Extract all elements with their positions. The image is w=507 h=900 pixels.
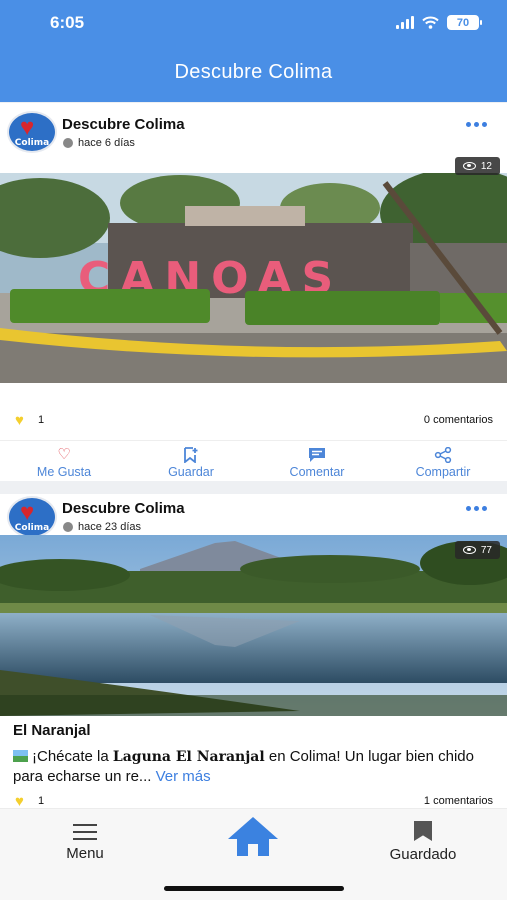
- post-author[interactable]: Descubre Colima: [62, 500, 185, 517]
- body-text: ¡Chécate la: [32, 748, 113, 765]
- post-actions: ♡ Me Gusta Guardar Comentar Compartir: [0, 440, 507, 481]
- nav-home[interactable]: [222, 817, 284, 857]
- like-count: 1: [38, 795, 45, 807]
- comments-count[interactable]: 0 comentarios: [424, 414, 493, 426]
- signal-icon: [396, 16, 414, 29]
- clock-icon: [63, 138, 73, 148]
- home-indicator[interactable]: [164, 886, 344, 891]
- share-icon: [393, 446, 493, 464]
- heart-icon: ♥: [15, 793, 24, 810]
- battery-icon: 70: [447, 15, 482, 30]
- see-more-link[interactable]: Ver más: [156, 768, 211, 785]
- home-icon: [228, 817, 278, 857]
- page-title: Descubre Colima: [174, 61, 333, 83]
- post-time-label: hace 23 días: [78, 521, 141, 533]
- nav-menu[interactable]: Menu: [50, 821, 120, 862]
- landscape-emoji-icon: [13, 750, 28, 762]
- comment-button[interactable]: Comentar: [267, 447, 367, 479]
- nav-saved[interactable]: Guardado: [373, 821, 473, 863]
- eye-icon: [462, 546, 476, 554]
- wifi-icon: [422, 16, 439, 29]
- post-body: ¡Chécate la Laguna El Naranjal en Colima…: [13, 747, 498, 786]
- body-bold-text: Laguna El Naranjal: [112, 749, 265, 765]
- post-time: hace 23 días: [63, 521, 141, 533]
- bookmark-add-icon: [141, 447, 241, 464]
- share-label: Compartir: [415, 465, 471, 479]
- heart-logo-icon: ♥: [20, 114, 35, 141]
- like-label: Me Gusta: [36, 465, 92, 479]
- save-label: Guardar: [168, 465, 214, 479]
- post-time: hace 6 días: [63, 137, 135, 149]
- clock-icon: [63, 522, 73, 532]
- eye-icon: [462, 162, 476, 170]
- app-header: 6:05 70 Descubre Colima: [0, 0, 507, 102]
- more-icon[interactable]: [466, 122, 487, 127]
- avatar-label: Colima: [14, 138, 50, 148]
- heart-icon: ♥: [15, 412, 24, 429]
- views-count: 12: [480, 160, 492, 172]
- like-button[interactable]: ♡ Me Gusta: [14, 446, 114, 480]
- post-image[interactable]: CANOAS: [0, 173, 507, 383]
- post-image[interactable]: [0, 535, 507, 716]
- nav-menu-label: Menu: [66, 845, 104, 862]
- reactions-row: ♥ 1 0 comentarios: [0, 410, 507, 432]
- status-time: 6:05: [50, 13, 85, 32]
- views-badge: 12: [454, 157, 500, 175]
- nav-saved-label: Guardado: [389, 846, 457, 863]
- avatar[interactable]: ♥ Colima: [7, 111, 57, 153]
- heart-logo-icon: ♥: [20, 499, 35, 526]
- comments-count[interactable]: 1 comentarios: [424, 795, 493, 807]
- post-title: El Naranjal: [13, 722, 91, 739]
- bookmark-icon: [414, 821, 432, 841]
- comment-icon: [267, 447, 367, 463]
- comment-label: Comentar: [289, 465, 345, 479]
- post-time-label: hace 6 días: [78, 137, 135, 149]
- like-count: 1: [38, 414, 45, 426]
- more-icon[interactable]: [466, 506, 487, 511]
- status-icons: 70: [396, 15, 482, 30]
- post-author[interactable]: Descubre Colima: [62, 116, 185, 133]
- share-button[interactable]: Compartir: [393, 446, 493, 479]
- avatar[interactable]: ♥ Colima: [7, 496, 57, 538]
- views-badge: 77: [454, 541, 500, 559]
- post-card: ♥ Colima Descubre Colima hace 6 días 12 …: [0, 103, 507, 481]
- post-card: ♥ Colima Descubre Colima hace 23 días 77: [0, 494, 507, 824]
- avatar-label: Colima: [14, 523, 50, 533]
- save-button[interactable]: Guardar: [141, 447, 241, 479]
- heart-outline-icon: ♡: [57, 446, 71, 463]
- menu-icon: [73, 824, 97, 840]
- views-count: 77: [480, 544, 492, 556]
